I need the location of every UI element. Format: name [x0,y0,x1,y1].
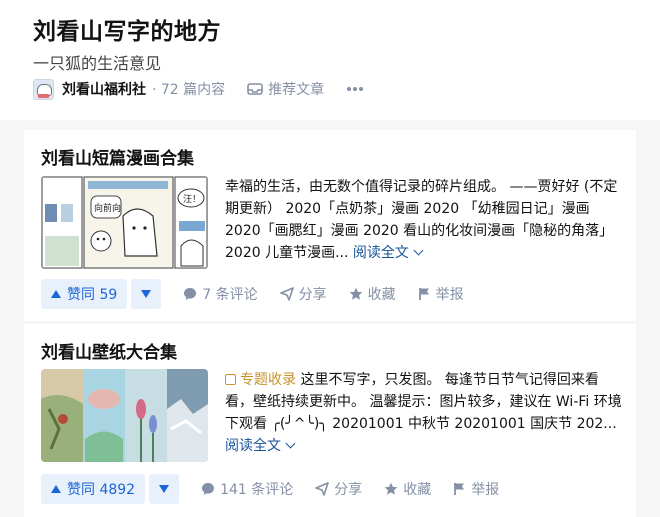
upvote-icon [51,485,61,493]
favorite-button[interactable]: 收藏 [349,284,396,304]
comments-button[interactable]: 141 条评论 [201,479,293,499]
favorite-button[interactable]: 收藏 [384,479,431,499]
column-subtitle: 一只狐的生活意见 [33,54,162,73]
upvote-count: 赞同 4892 [67,482,136,498]
article-count: · 72 篇内容 [152,82,226,98]
article-card: 刘看山壁纸大合集 专题收录 这里不写字，只发图。 每逢节日节气记得回来看看，壁纸… [24,324,636,517]
upvote-button[interactable]: 赞同 4892 [41,474,146,504]
favorite-label: 收藏 [367,287,396,303]
column-header: 刘看山写字的地方 一只狐的生活意见 刘看山福利社 · 72 篇内容 推荐文章 [0,0,660,120]
more-options-button[interactable] [346,79,364,99]
article-excerpt[interactable]: 幸福的生活，由无数个值得记录的碎片组成。 ——贾好好 (不定期更新） 2020「… [225,176,625,264]
downvote-icon [159,485,170,493]
article-card: 刘看山短篇漫画合集 向前向 汪！ 幸福的生活，由无数个值得记录的碎片组成。 ——… [24,130,636,321]
upvote-button[interactable]: 赞同 59 [41,279,128,309]
comments-label: 7 条评论 [202,287,258,303]
share-label: 分享 [334,482,363,498]
read-more-link[interactable]: 阅读全文 [225,438,294,454]
article-actions: 赞同 4892 141 条评论 分享 收藏 举报 [41,474,499,504]
favorite-label: 收藏 [403,482,432,498]
more-icon [347,87,364,91]
thumb-caption: 向前向 [94,202,121,214]
comments-button[interactable]: 7 条评论 [183,284,258,304]
collection-icon [225,374,236,385]
thumb-bubble: 汪！ [183,194,201,205]
flag-icon [418,288,429,300]
article-title[interactable]: 刘看山壁纸大合集 [41,338,177,363]
report-label: 举报 [471,482,500,498]
article-actions: 赞同 59 7 条评论 分享 收藏 举报 [41,279,464,309]
downvote-button[interactable] [131,279,162,309]
report-label: 举报 [435,287,464,303]
share-icon [279,287,294,301]
article-excerpt[interactable]: 专题收录 这里不写字，只发图。 每逢节日节气记得回来看看，壁纸持续更新中。 温馨… [225,369,625,457]
author-avatar[interactable] [33,78,54,100]
column-meta: 刘看山福利社 · 72 篇内容 推荐文章 [33,78,364,100]
article-thumbnail[interactable] [41,369,208,462]
topic-tag[interactable]: 专题收录 [225,372,296,388]
comments-label: 141 条评论 [220,482,294,498]
inbox-icon [247,83,263,95]
read-more-link[interactable]: 阅读全文 [353,245,422,261]
author-name[interactable]: 刘看山福利社 [62,79,146,99]
flag-icon [454,483,465,495]
share-label: 分享 [298,287,327,303]
report-button[interactable]: 举报 [418,284,464,304]
downvote-icon [141,290,152,298]
article-thumbnail[interactable]: 向前向 汪！ [41,176,208,269]
downvote-button[interactable] [149,474,180,504]
column-title: 刘看山写字的地方 [33,19,221,45]
star-icon [384,482,398,495]
upvote-icon [51,290,61,298]
comment-icon [202,483,215,495]
share-icon [315,482,330,496]
article-title[interactable]: 刘看山短篇漫画合集 [41,144,194,169]
comment-icon [184,288,197,300]
share-button[interactable]: 分享 [279,284,327,304]
share-button[interactable]: 分享 [315,479,362,499]
recommend-article-button[interactable]: 推荐文章 [247,79,324,99]
star-icon [349,287,362,300]
tag-label: 专题收录 [240,372,296,388]
recommend-label: 推荐文章 [268,82,325,98]
report-button[interactable]: 举报 [453,479,499,499]
upvote-count: 赞同 59 [67,287,118,303]
